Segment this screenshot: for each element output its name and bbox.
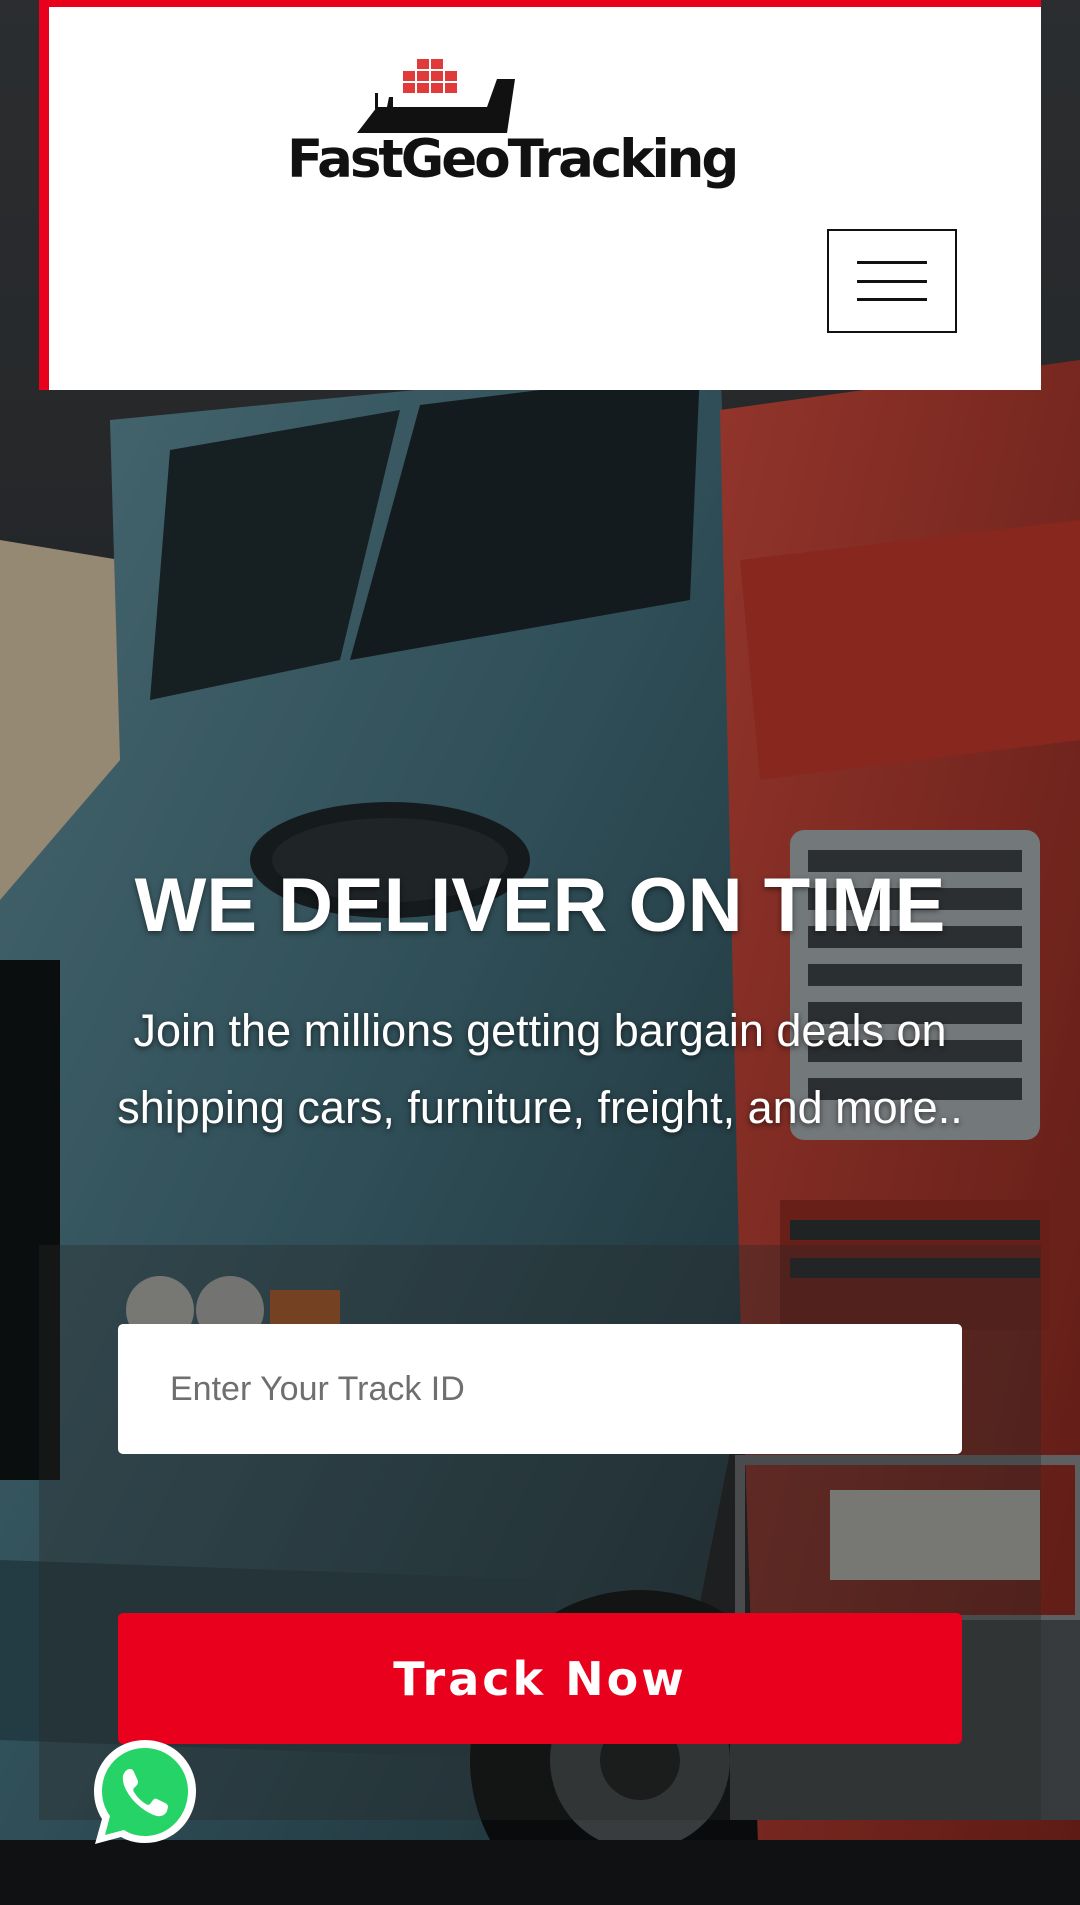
track-now-button[interactable]: Track Now [118, 1613, 962, 1744]
menu-toggle-button[interactable] [827, 229, 957, 333]
hamburger-menu-icon [857, 261, 927, 301]
hero-subtitle: Join the millions getting bargain deals … [117, 1005, 963, 1133]
brand-logo[interactable]: FastGeoTracking [287, 57, 787, 217]
whatsapp-chat-button[interactable] [88, 1736, 202, 1850]
hero-title: WE DELIVER ON TIME [134, 863, 946, 948]
site-header: FastGeoTracking [39, 0, 1041, 390]
cargo-ship-icon [357, 59, 515, 133]
whatsapp-icon [94, 1740, 196, 1844]
brand-name: FastGeoTracking [287, 129, 739, 190]
track-id-input[interactable] [118, 1324, 962, 1454]
